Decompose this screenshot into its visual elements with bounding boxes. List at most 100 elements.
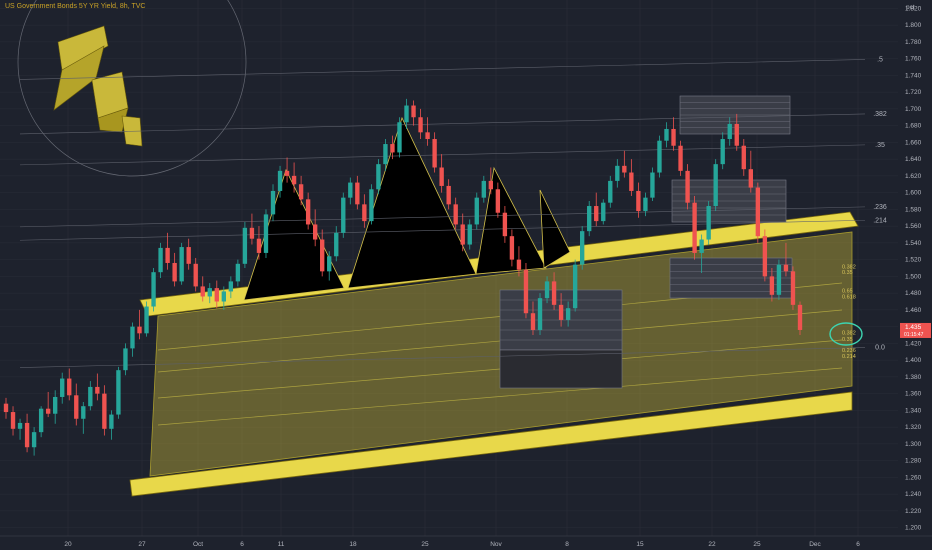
price-tick-label: 1.820 — [905, 5, 922, 12]
time-tick-label: Oct — [193, 541, 203, 548]
candle-body — [551, 281, 557, 305]
candle-body — [629, 172, 634, 191]
candle-body — [334, 232, 339, 257]
candle-body — [748, 169, 753, 188]
small-fib-label: 0.382 — [842, 330, 856, 336]
time-tick-label: 15 — [636, 541, 644, 548]
candle-body — [207, 288, 212, 297]
price-tick-label: 1.680 — [905, 123, 922, 130]
candle-body — [53, 396, 58, 414]
candle-body — [643, 197, 648, 212]
candle-body — [720, 139, 725, 165]
candle-body — [706, 206, 711, 240]
candle-body — [263, 214, 269, 253]
candle-body — [678, 145, 683, 171]
price-tick-label: 1.720 — [905, 89, 922, 96]
candle-body — [24, 422, 30, 448]
small-fib-label: 0.618 — [842, 294, 856, 300]
candle-body — [17, 422, 23, 429]
candle-body — [179, 247, 184, 282]
decoration-layer — [17, 0, 859, 497]
price-tick-label: 1.340 — [905, 407, 922, 414]
candle-body — [481, 180, 486, 198]
candle-body — [67, 378, 72, 396]
candle-body — [172, 262, 177, 282]
candle-body — [783, 264, 789, 272]
candle-body — [558, 304, 564, 320]
candle-body — [74, 395, 79, 419]
price-tick-label: 1.260 — [905, 474, 922, 481]
time-tick-label: 22 — [708, 541, 716, 548]
price-tick-label: 1.520 — [905, 257, 922, 264]
candle-body — [657, 140, 662, 173]
candle-body — [565, 308, 571, 320]
candle-body — [439, 167, 444, 186]
candle-body — [60, 378, 65, 397]
candle-body — [516, 259, 522, 270]
price-tick-label: 1.580 — [905, 206, 922, 213]
candle-body — [397, 122, 402, 153]
candle-body — [270, 190, 276, 215]
candle-body — [594, 206, 599, 222]
price-tick-label: 1.760 — [905, 56, 922, 63]
candle-body — [81, 406, 86, 419]
candle-body — [158, 247, 163, 273]
candle-body — [383, 144, 388, 165]
time-tick-label: 6 — [856, 541, 860, 548]
fib-line — [19, 59, 866, 80]
fib-label: 0.0 — [875, 345, 885, 352]
candle-body — [235, 263, 241, 282]
candlestick-chart[interactable]: .5.382.35.236.2140.00.3820.350.650.6180.… — [0, 0, 932, 550]
price-tick-label: 1.700 — [905, 106, 922, 113]
candle-body — [348, 182, 353, 198]
candle-body — [488, 180, 494, 190]
candle-body — [376, 164, 381, 190]
candle-body — [369, 189, 374, 222]
candle-body — [109, 414, 114, 429]
candle-body — [116, 370, 121, 415]
candle-body — [305, 199, 311, 225]
candle-body — [797, 304, 803, 330]
candle-body — [284, 170, 290, 176]
candle-body — [664, 128, 669, 141]
price-tick-label: 1.460 — [905, 307, 922, 314]
candle-body — [165, 247, 170, 263]
candle-body — [404, 105, 409, 123]
candle-body — [460, 224, 465, 245]
time-tick-label: Nov — [490, 541, 502, 548]
time-tick-label: 27 — [138, 541, 146, 548]
candle-body — [418, 117, 423, 133]
price-tick-label: 1.780 — [905, 39, 922, 46]
price-tick-label: 1.360 — [905, 391, 922, 398]
price-tick-label: 1.500 — [905, 273, 922, 280]
chart-root[interactable]: .5.382.35.236.214 0.0 0.382 0.35 0.65 0.618 0.… — [0, 0, 932, 550]
candle-body — [474, 197, 479, 225]
price-tick-label: 1.620 — [905, 173, 922, 180]
candle-body — [425, 132, 430, 140]
candle-body — [769, 276, 775, 295]
fib-line — [19, 144, 866, 166]
candle-body — [453, 204, 458, 225]
candle-body — [221, 291, 227, 302]
candle-body — [544, 281, 550, 299]
candle-body — [495, 189, 501, 213]
candle-body — [10, 412, 16, 429]
time-tick-label: 18 — [349, 541, 357, 548]
candle-body — [509, 236, 515, 260]
candle-body — [291, 175, 297, 185]
small-fib-label: 0.214 — [842, 354, 856, 360]
candle-body — [130, 326, 135, 349]
price-tick-label: 1.480 — [905, 290, 922, 297]
candle-body — [151, 272, 156, 307]
candle-body — [776, 264, 782, 295]
candle-body — [755, 187, 761, 237]
candle-body — [186, 247, 191, 264]
candle-body — [734, 123, 739, 146]
candle-body — [587, 206, 592, 232]
candle-body — [523, 269, 529, 314]
candle-body — [3, 403, 9, 413]
candle-body — [390, 144, 395, 153]
candle-body — [608, 180, 613, 203]
candle-body — [650, 172, 655, 198]
price-tick-label: 1.240 — [905, 491, 922, 498]
